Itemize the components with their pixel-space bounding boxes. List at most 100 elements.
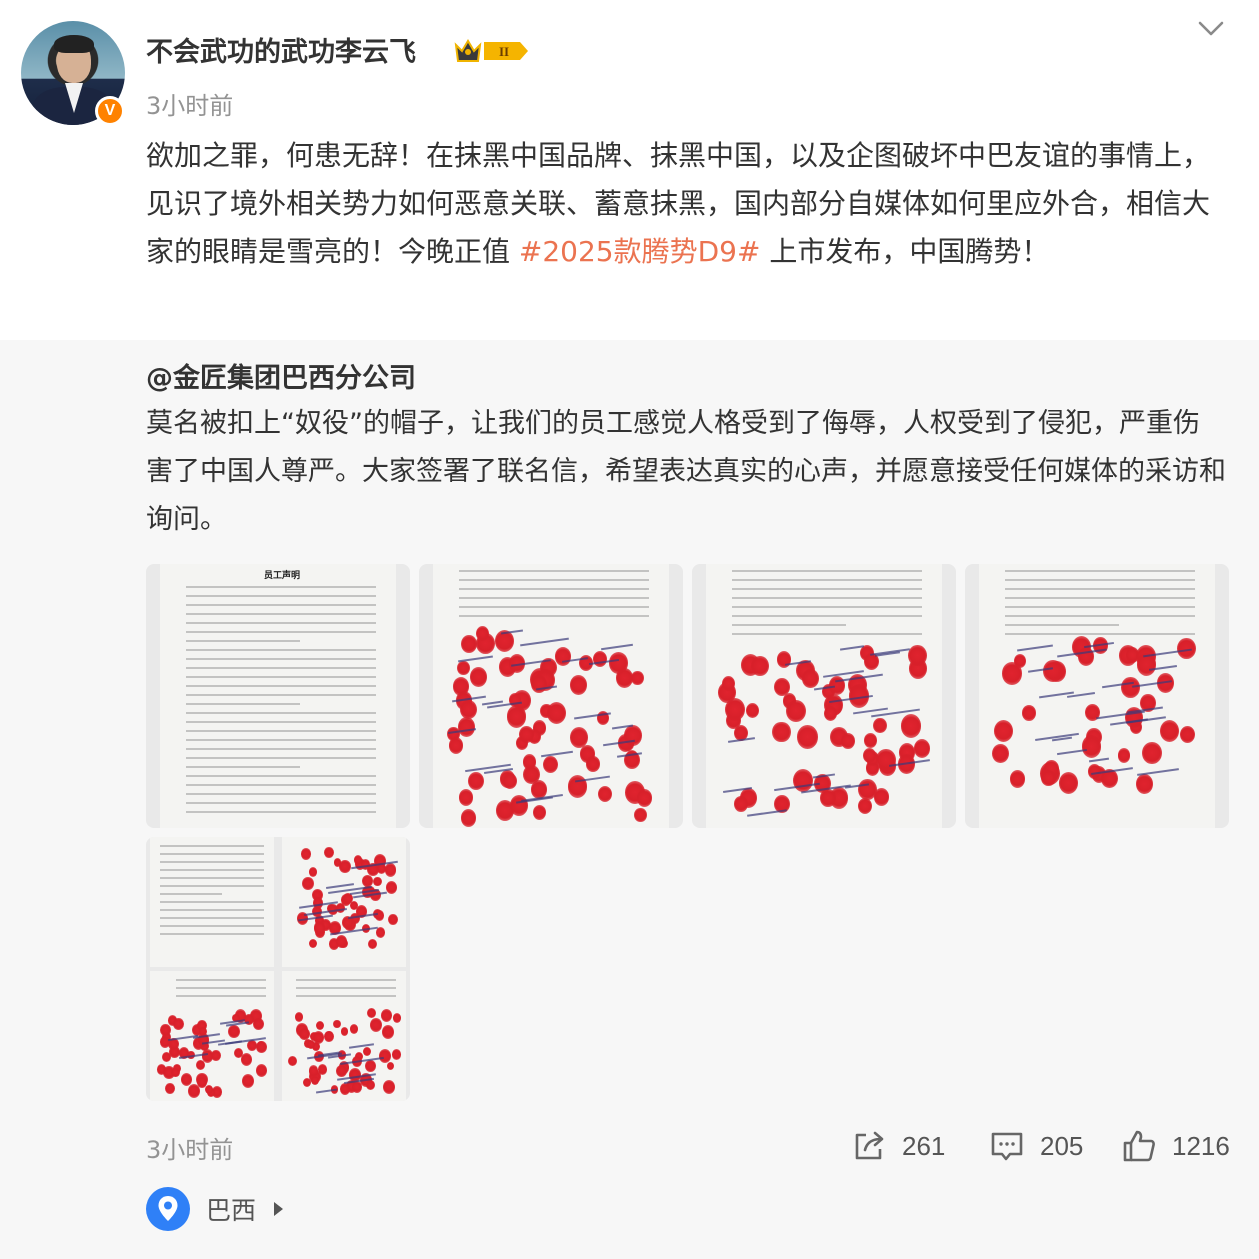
fingerprint-mark: [309, 938, 318, 948]
repost-button[interactable]: 261: [852, 1126, 945, 1166]
document-text-line: [186, 784, 376, 786]
document-text-line: [160, 917, 264, 919]
document-title: 员工声明: [264, 571, 301, 581]
fingerprint-mark: [863, 732, 877, 748]
document-text-line: [186, 631, 376, 633]
document-text-line: [296, 987, 396, 989]
fingerprint-mark: [555, 647, 572, 666]
post-text-after: 上市发布，中国腾势！: [760, 235, 1050, 268]
fingerprint-mark: [631, 670, 644, 686]
image-thumbnail-2[interactable]: [419, 564, 683, 828]
hashtag-link[interactable]: #2025款腾势D9#: [519, 235, 761, 268]
image-thumbnail-3[interactable]: [692, 564, 956, 828]
level-crown-badge-icon[interactable]: II: [454, 37, 530, 65]
document-text-line: [186, 676, 376, 678]
image-thumbnail-4[interactable]: [965, 564, 1229, 828]
location-label: 巴西: [206, 1196, 257, 1225]
fingerprint-mark: [315, 1020, 324, 1030]
fingerprint-mark: [313, 1031, 325, 1044]
post-text: 欲加之罪，何患无辞！在抹黑中国品牌、抹黑中国，以及企图破坏中巴友谊的事情上，见识…: [146, 132, 1236, 276]
document-text-line: [186, 793, 376, 795]
fingerprint-mark: [308, 1065, 319, 1077]
fingerprint-mark: [173, 1018, 184, 1031]
fingerprint-mark: [160, 1023, 171, 1036]
fingerprint-mark: [1117, 748, 1131, 763]
fingerprint-mark: [302, 877, 314, 891]
document-text-line: [186, 694, 376, 696]
username[interactable]: 不会武功的武功李云飞: [146, 30, 416, 69]
document-text-line: [186, 595, 376, 597]
fingerprint-mark: [840, 733, 855, 749]
fingerprint-mark: [373, 876, 382, 887]
fingerprint-mark: [382, 1080, 395, 1095]
chevron-down-icon[interactable]: [1196, 18, 1226, 40]
fingerprint-mark: [378, 1049, 392, 1063]
fingerprint-mark: [502, 773, 517, 790]
fingerprint-mark: [913, 739, 930, 758]
fingerprint-mark: [324, 847, 334, 858]
fingerprint-mark: [159, 1036, 170, 1049]
fingerprint-mark: [876, 748, 896, 771]
document-text-line: [1005, 597, 1195, 599]
document-text-line: [160, 925, 264, 927]
document-text-line: [160, 893, 223, 895]
comment-count: 205: [1040, 1130, 1084, 1161]
fingerprint-mark: [201, 1049, 214, 1063]
repost-author[interactable]: @金匠集团巴西分公司: [146, 356, 416, 395]
fingerprint-mark: [335, 935, 347, 949]
like-button[interactable]: 1216: [1122, 1126, 1230, 1166]
document-text-line: [732, 615, 922, 617]
location-tag[interactable]: 巴西: [146, 1186, 284, 1232]
document-text-line: [1005, 588, 1195, 590]
fingerprint-mark: [381, 1025, 394, 1039]
document-text-line: [186, 586, 376, 588]
fingerprint-mark: [468, 772, 484, 791]
document-text-line: [459, 570, 649, 572]
comment-button[interactable]: 205: [990, 1126, 1083, 1166]
fingerprint-mark: [256, 1041, 267, 1054]
document-text-line: [176, 979, 266, 981]
repost-icon: [855, 1131, 884, 1160]
document-text-line: [186, 739, 376, 741]
fingerprint-mark: [751, 655, 769, 676]
location-pin-icon: [146, 1187, 190, 1231]
document-text-line: [459, 615, 649, 617]
document-text-line: [459, 606, 649, 608]
document-text-line: [1005, 633, 1195, 635]
image-thumbnail-1[interactable]: 员工声明: [146, 564, 410, 828]
document-text-line: [186, 685, 376, 687]
fingerprint-mark: [386, 881, 398, 894]
fingerprint-mark: [365, 1059, 376, 1072]
fingerprint-mark: [366, 1080, 375, 1091]
post-header: V 不会武功的武功李云飞 II 3小时前: [0, 0, 1259, 140]
document-text-line: [186, 622, 376, 624]
document-text-line: [1005, 570, 1195, 572]
document-text-line: [732, 588, 922, 590]
fingerprint-mark: [734, 796, 748, 812]
fingerprint-mark: [460, 808, 477, 827]
fingerprint-mark: [1043, 659, 1063, 683]
fingerprint-mark: [802, 668, 819, 688]
fingerprint-mark: [774, 677, 791, 697]
fingerprint-mark: [227, 1024, 240, 1039]
document-text-line: [186, 775, 376, 777]
document-text-line: [296, 979, 396, 981]
document-paper: [979, 564, 1215, 828]
fingerprint-mark: [310, 1075, 319, 1086]
fingerprint-mark: [1041, 769, 1056, 787]
fingerprint-mark: [255, 1063, 267, 1078]
document-text-line: [186, 649, 376, 651]
fingerprint-mark: [171, 1067, 180, 1078]
chevron-right-icon: [274, 1202, 284, 1216]
document-text-line: [186, 748, 376, 750]
image-thumbnail-5[interactable]: [146, 837, 410, 1101]
fingerprint-mark: [908, 645, 927, 667]
document-text-line: [160, 869, 264, 871]
document-text-line: [186, 604, 376, 606]
document-text-line: [732, 606, 922, 608]
fingerprint-mark: [349, 1024, 358, 1034]
document-text-line: [160, 933, 264, 935]
fingerprint-mark: [857, 778, 877, 801]
repost-count: 261: [902, 1130, 946, 1161]
fingerprint-mark: [456, 660, 470, 676]
